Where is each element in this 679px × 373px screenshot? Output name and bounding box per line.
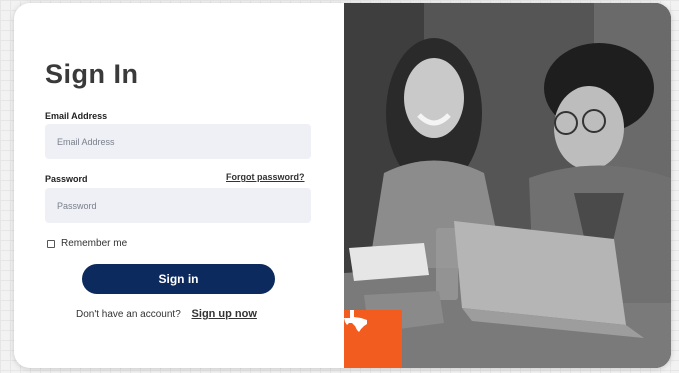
- texas-state-icon: [344, 310, 367, 332]
- signup-prompt: Don't have an account?: [76, 309, 181, 320]
- hero-photo: [344, 3, 671, 368]
- password-label: Password: [45, 174, 88, 184]
- remember-me-row[interactable]: Remember me: [47, 238, 127, 249]
- password-field[interactable]: [45, 188, 311, 223]
- remember-me-label: Remember me: [61, 238, 128, 249]
- remember-me-checkbox[interactable]: [47, 239, 55, 248]
- signin-form: Sign In Email Address Password Forgot pa…: [14, 3, 344, 368]
- forgot-password-link[interactable]: Forgot password?: [226, 172, 305, 182]
- email-label: Email Address: [45, 111, 108, 121]
- email-field[interactable]: [45, 124, 311, 159]
- sign-in-button[interactable]: Sign in: [82, 264, 275, 294]
- sign-up-link[interactable]: Sign up now: [192, 308, 257, 320]
- texas-badge: [344, 310, 402, 368]
- signin-card: Sign In Email Address Password Forgot pa…: [14, 3, 671, 368]
- page-title: Sign In: [45, 59, 139, 89]
- signup-row: Don't have an account? Sign up now: [76, 308, 257, 320]
